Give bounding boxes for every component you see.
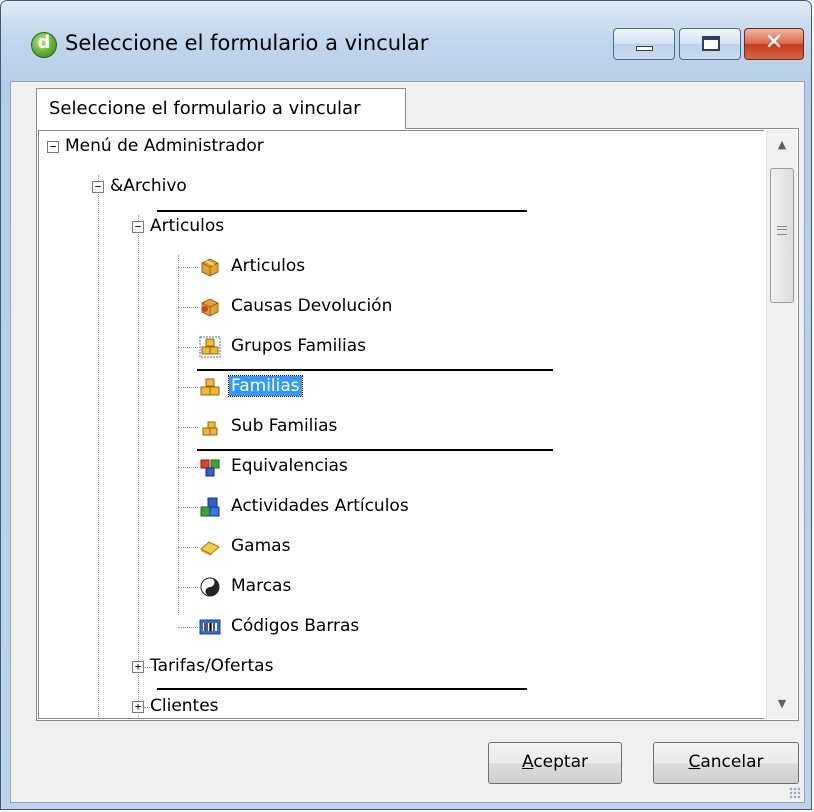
- menu-separator: [157, 210, 527, 212]
- boxes-group-icon: [199, 336, 221, 358]
- accept-label: ceptar: [533, 752, 588, 772]
- tab-label: Seleccione el formulario a vincular: [49, 98, 361, 119]
- tree-node-label: Marcas: [231, 576, 292, 596]
- scroll-down-arrow-icon[interactable]: ▼: [767, 689, 797, 719]
- barcode-icon: [199, 619, 221, 635]
- tree-node-label: &Archivo: [110, 176, 187, 196]
- tree-node-label: Clientes: [150, 696, 219, 716]
- tree-guide-line: [178, 387, 198, 388]
- boxes-small-icon: [202, 421, 218, 436]
- tree-guide-line: [178, 307, 198, 308]
- box-return-icon: [201, 298, 219, 317]
- close-icon: ✕: [764, 30, 784, 55]
- tree-guide-line: [178, 627, 198, 628]
- yin-yang-icon: [200, 577, 220, 597]
- collapse-icon[interactable]: −: [132, 221, 144, 233]
- tab-form-selection[interactable]: Seleccione el formulario a vincular: [36, 88, 406, 129]
- app-logo-letter: d: [37, 32, 51, 53]
- tree-node-label: Articulos: [231, 256, 306, 276]
- expand-icon[interactable]: +: [132, 701, 144, 713]
- tree-node-label: Familias: [228, 375, 303, 397]
- tree-guide-line: [178, 267, 198, 268]
- accept-button[interactable]: Aceptar: [488, 742, 622, 784]
- tree-node-label: Causas Devolución: [231, 296, 393, 316]
- dialog-window: d Seleccione el formulario a vincular ✕ …: [0, 0, 812, 810]
- scroll-up-arrow-icon[interactable]: ▲: [767, 130, 797, 160]
- minimize-button[interactable]: [613, 28, 675, 60]
- form-tree-view[interactable]: − Menú de Administrador − &Archivo − Art…: [38, 130, 764, 719]
- scrollbar-thumb[interactable]: [770, 168, 794, 303]
- title-bar[interactable]: d Seleccione el formulario a vincular ✕: [1, 1, 811, 81]
- cancel-label: ancelar: [700, 752, 764, 772]
- dialog-client-area: Seleccione el formulario a vincular − Me…: [10, 81, 805, 803]
- maximize-button[interactable]: [679, 28, 741, 60]
- tree-node-label: Menú de Administrador: [65, 136, 264, 156]
- tree-guide-line: [178, 467, 198, 468]
- menu-separator: [197, 369, 553, 371]
- tree-guide-line: [178, 255, 179, 615]
- resize-grip-icon[interactable]: [789, 787, 801, 799]
- collapse-icon[interactable]: −: [92, 181, 104, 193]
- equivalence-icon: [200, 459, 220, 477]
- scrollbar-grip-icon: [777, 226, 787, 235]
- tree-node-label: Equivalencias: [231, 456, 348, 476]
- expand-icon[interactable]: +: [132, 661, 144, 673]
- box-icon: [201, 258, 219, 277]
- tree-vertical-scrollbar[interactable]: ▲ ▼: [766, 130, 797, 719]
- maximize-icon: [702, 36, 720, 51]
- app-logo-icon: d: [31, 32, 57, 58]
- bar-gold-icon: [200, 541, 220, 556]
- tab-page: − Menú de Administrador − &Archivo − Art…: [36, 128, 799, 721]
- tree-guide-line: [178, 427, 198, 428]
- cancel-accelerator: C: [688, 752, 701, 772]
- minimize-icon: [636, 46, 653, 51]
- accept-accelerator: A: [521, 752, 534, 772]
- tree-guide-line: [178, 507, 198, 508]
- cancel-button[interactable]: Cancelar: [653, 742, 799, 784]
- menu-separator: [197, 449, 553, 451]
- tree-guide-line: [98, 175, 99, 718]
- tree-node-label: Tarifas/Ofertas: [150, 656, 274, 676]
- tree-guide-line: [178, 587, 198, 588]
- tree-node-label: Códigos Barras: [231, 616, 360, 636]
- tree-node-label: Gamas: [231, 536, 291, 556]
- close-button[interactable]: ✕: [744, 28, 804, 60]
- tree-guide-line: [138, 215, 139, 718]
- window-title: Seleccione el formulario a vincular: [65, 31, 429, 55]
- tree-node-label: Grupos Familias: [231, 336, 367, 356]
- boxes-icon: [200, 378, 220, 396]
- tree-node-label: Articulos: [150, 216, 225, 236]
- tree-guide-line: [178, 547, 198, 548]
- tree-node-label: Actividades Artículos: [231, 496, 409, 516]
- tree-guide-line: [178, 347, 198, 348]
- menu-separator: [157, 688, 527, 690]
- tree-node-label: Sub Familias: [231, 416, 338, 436]
- blocks-icon: [200, 497, 220, 517]
- collapse-icon[interactable]: −: [47, 141, 59, 153]
